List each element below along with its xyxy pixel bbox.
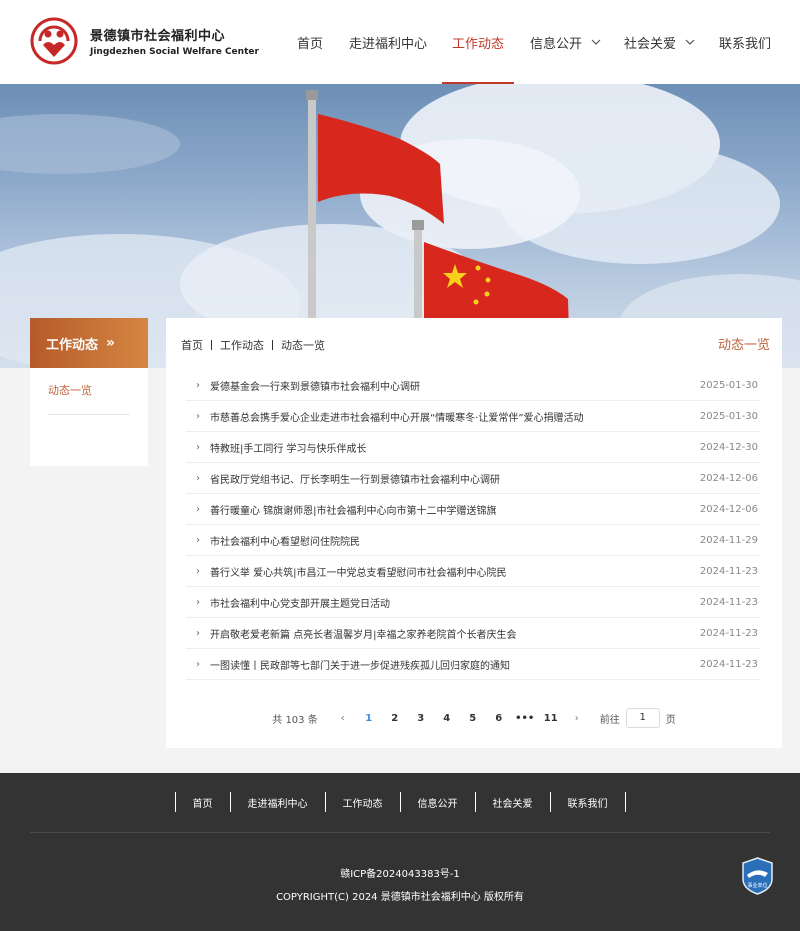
article-date: 2024-11-23	[699, 658, 758, 670]
article-date: 2024-11-23	[699, 596, 758, 608]
sidebar-title: 工作动态	[46, 337, 99, 353]
nav-contact[interactable]: 联系我们	[716, 0, 774, 84]
nav-news[interactable]: 工作动态	[442, 0, 514, 84]
site-footer: 首页 走进福利中心 工作动态 信息公开 社会关爱 联系我们 赣ICP备20240…	[0, 773, 800, 931]
article-title[interactable]: 爱德基金会一行来到景德镇市社会福利中心调研	[210, 378, 700, 393]
article-date: 2024-11-23	[699, 627, 758, 639]
article-title[interactable]: 省民政厅党组书记、厅长李明生一行到景德镇市社会福利中心调研	[210, 471, 700, 486]
chevron-right-icon: ›	[196, 565, 200, 577]
chevron-right-icon: ›	[196, 441, 200, 453]
breadcrumb: 首页 工作动态 动态一览	[181, 337, 325, 353]
footer-link-news[interactable]: 工作动态	[326, 795, 400, 810]
panel-title: 动态一览	[717, 338, 770, 353]
list-item[interactable]: › 特教班|手工同行 学习与快乐伴成长 2024-12-30	[186, 432, 760, 463]
breadcrumb-current[interactable]: 动态一览	[281, 337, 325, 353]
nav-social-care[interactable]: 社会关爱	[620, 0, 700, 84]
page-6[interactable]: 6	[486, 713, 512, 724]
badge-text: 事业单位	[747, 882, 767, 889]
page-jump-input[interactable]: 1	[625, 708, 660, 728]
icp-number[interactable]: 赣ICP备2024043383号-1	[0, 865, 800, 880]
article-title[interactable]: 市社会福利中心党支部开展主题党日活动	[210, 595, 700, 610]
chevron-right-icon: ›	[196, 472, 200, 484]
article-date: 2025-01-30	[699, 410, 758, 422]
page-1[interactable]: 1	[356, 713, 382, 724]
breadcrumb-home[interactable]: 首页	[181, 337, 203, 353]
page-5[interactable]: 5	[460, 713, 486, 724]
footer-link-about[interactable]: 走进福利中心	[231, 795, 325, 810]
footer-link-contact[interactable]: 联系我们	[551, 795, 625, 810]
article-date: 2024-11-23	[699, 565, 758, 577]
double-chevron-right-icon: »	[106, 335, 116, 351]
chevron-right-icon: ›	[196, 627, 200, 639]
article-title[interactable]: 一图读懂丨民政部等七部门关于进一步促进残疾孤儿回归家庭的通知	[210, 657, 700, 672]
goto-label: 前往	[599, 714, 620, 726]
breadcrumb-news[interactable]: 工作动态	[220, 337, 264, 353]
footer-divider	[624, 792, 626, 812]
article-title[interactable]: 市慈善总会携手爱心企业走进市社会福利中心开展“情暖寒冬·让爱常伴”爱心捐赠活动	[210, 409, 700, 424]
chevron-down-icon	[591, 39, 601, 45]
page-3[interactable]: 3	[408, 713, 434, 724]
nav-about[interactable]: 走进福利中心	[346, 0, 430, 84]
chevron-right-icon: ›	[196, 596, 200, 608]
footer-link-home[interactable]: 首页	[176, 795, 230, 810]
public-institution-badge-icon[interactable]: 事业单位	[741, 857, 774, 895]
list-item[interactable]: › 善行暖童心 锦旗谢师恩|市社会福利中心向市第十二中学赠送锦旗 2024-12-0…	[186, 494, 760, 525]
list-item[interactable]: › 善行义举 爱心共筑|市昌江一中党总支看望慰问市社会福利中心院民 2024-11-…	[186, 556, 760, 587]
content-panel: 首页 工作动态 动态一览 动态一览 › 爱德基金会一行来到景德镇市社会福利中心调研…	[166, 318, 782, 748]
chevron-right-icon: ›	[196, 379, 200, 391]
pagination: 共 103 条 ‹ 1 2 3 4 5 6 ••• 11 › 前往 1 页	[166, 708, 782, 728]
logo-icon[interactable]	[30, 17, 78, 65]
article-title[interactable]: 善行暖童心 锦旗谢师恩|市社会福利中心向市第十二中学赠送锦旗	[210, 502, 700, 517]
chevron-right-icon: ›	[196, 503, 200, 515]
chevron-down-icon	[685, 39, 695, 45]
page-suffix: 页	[665, 714, 676, 726]
article-list: › 爱德基金会一行来到景德镇市社会福利中心调研 2025-01-30 › 市慈善总会携…	[186, 370, 760, 680]
article-title[interactable]: 善行义举 爱心共筑|市昌江一中党总支看望慰问市社会福利中心院民	[210, 564, 700, 579]
list-item[interactable]: › 爱德基金会一行来到景德镇市社会福利中心调研 2025-01-30	[186, 370, 760, 401]
chevron-right-icon: ›	[196, 658, 200, 670]
site-header: 景德镇市社会福利中心 Jingdezhen Social Welfare Cen…	[0, 0, 800, 84]
breadcrumb-separator	[272, 340, 273, 350]
list-item[interactable]: › 市慈善总会携手爱心企业走进市社会福利中心开展“情暖寒冬·让爱常伴”爱心捐赠活动…	[186, 401, 760, 432]
more-pages-ellipsis[interactable]: •••	[512, 713, 538, 724]
prev-page-icon[interactable]: ‹	[330, 713, 356, 724]
footer-link-info[interactable]: 信息公开	[401, 795, 475, 810]
copyright: COPYRIGHT(C) 2024 景德镇市社会福利中心 版权所有	[276, 892, 524, 903]
article-title[interactable]: 开启敬老爱老新篇 点亮长者温馨岁月|幸福之家养老院首个长者庆生会	[210, 626, 700, 641]
sidebar: 工作动态 » 动态一览	[30, 318, 148, 466]
page-2[interactable]: 2	[382, 713, 408, 724]
brand-name: 景德镇市社会福利中心	[90, 29, 226, 44]
list-item[interactable]: › 省民政厅党组书记、厅长李明生一行到景德镇市社会福利中心调研 2024-12-06	[186, 463, 760, 494]
list-item[interactable]: › 开启敬老爱老新篇 点亮长者温馨岁月|幸福之家养老院首个长者庆生会 2024-11…	[186, 618, 760, 649]
list-item[interactable]: › 市社会福利中心看望慰问住院院民 2024-11-29	[186, 525, 760, 556]
page-11[interactable]: 11	[538, 713, 564, 724]
list-item[interactable]: › 市社会福利中心党支部开展主题党日活动 2024-11-23	[186, 587, 760, 618]
breadcrumb-separator	[211, 340, 212, 350]
article-date: 2024-12-06	[699, 472, 758, 484]
sidebar-item-news-list[interactable]: 动态一览	[48, 382, 130, 415]
brand-english-name: Jingdezhen Social Welfare Center	[90, 47, 259, 57]
article-date: 2025-01-30	[699, 379, 758, 391]
article-date: 2024-12-06	[699, 503, 758, 515]
nav-info-public[interactable]: 信息公开	[526, 0, 606, 84]
footer-separator	[30, 832, 770, 833]
chevron-right-icon: ›	[196, 410, 200, 422]
next-page-icon[interactable]: ›	[564, 713, 590, 724]
main-nav: 首页 走进福利中心 工作动态 信息公开 社会关爱 联系我们	[286, 0, 800, 84]
page-4[interactable]: 4	[434, 713, 460, 724]
total-count: 共 103 条	[272, 714, 318, 726]
footer-link-care[interactable]: 社会关爱	[476, 795, 550, 810]
sidebar-header: 工作动态 »	[30, 318, 148, 368]
footer-nav: 首页 走进福利中心 工作动态 信息公开 社会关爱 联系我们	[0, 792, 800, 812]
article-title[interactable]: 特教班|手工同行 学习与快乐伴成长	[210, 440, 700, 455]
article-date: 2024-12-30	[699, 441, 758, 453]
list-item[interactable]: › 一图读懂丨民政部等七部门关于进一步促进残疾孤儿回归家庭的通知 2024-11-2…	[186, 649, 760, 680]
chevron-right-icon: ›	[196, 534, 200, 546]
article-title[interactable]: 市社会福利中心看望慰问住院院民	[210, 533, 700, 548]
article-date: 2024-11-29	[699, 534, 758, 546]
nav-home[interactable]: 首页	[286, 0, 334, 84]
